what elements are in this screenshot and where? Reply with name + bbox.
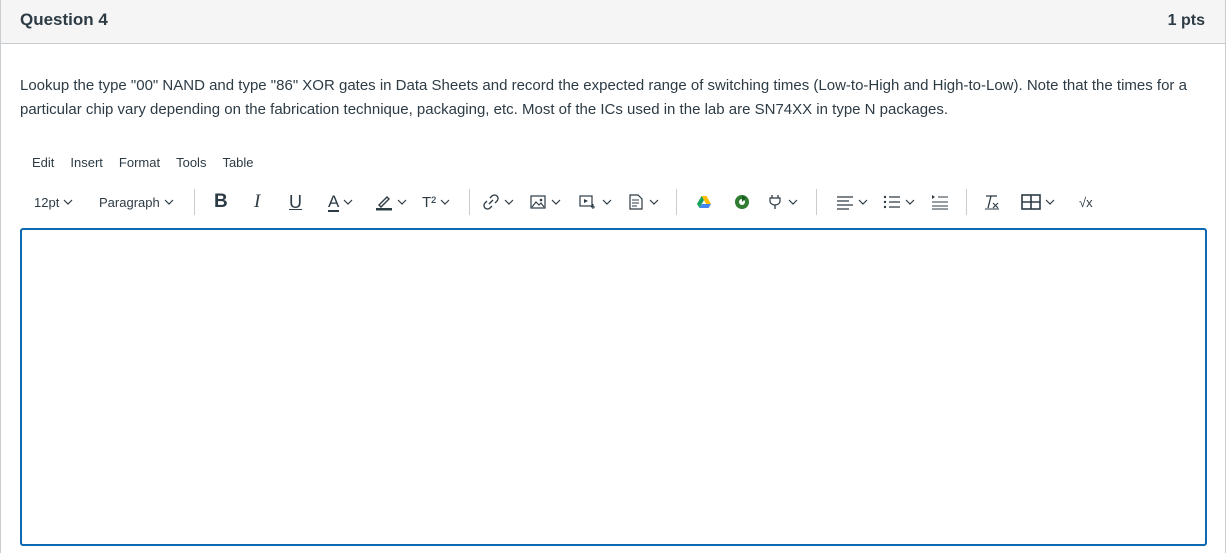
toolbar-separator xyxy=(194,189,195,215)
text-color-button[interactable]: A xyxy=(328,187,353,217)
italic-button[interactable]: I xyxy=(254,187,260,217)
math-equation-button[interactable]: √x xyxy=(1079,187,1093,217)
media-icon xyxy=(579,195,595,209)
google-drive-icon xyxy=(697,196,711,208)
question-title: Question 4 xyxy=(20,10,108,29)
menu-format[interactable]: Format xyxy=(119,155,160,173)
plug-icon xyxy=(769,195,781,209)
block-format-label: Paragraph xyxy=(99,194,160,210)
chevron-down-icon xyxy=(504,199,514,205)
underline-button[interactable]: U xyxy=(289,187,302,217)
rich-text-editor[interactable] xyxy=(20,228,1207,546)
table-button[interactable] xyxy=(1021,187,1055,217)
document-icon xyxy=(629,194,643,210)
document-button[interactable] xyxy=(627,187,659,217)
table-icon xyxy=(1021,194,1041,210)
toolbar-separator xyxy=(676,189,677,215)
media-button[interactable] xyxy=(578,187,612,217)
google-drive-button[interactable] xyxy=(696,187,712,217)
office-365-icon xyxy=(735,195,749,209)
chevron-down-icon xyxy=(440,199,450,205)
indent-button[interactable] xyxy=(931,187,949,217)
superscript-button[interactable]: T² xyxy=(422,187,450,217)
align-button[interactable] xyxy=(836,187,868,217)
chevron-down-icon xyxy=(905,199,915,205)
toolbar-separator xyxy=(966,189,967,215)
clear-formatting-icon xyxy=(985,195,999,210)
bullet-list-icon xyxy=(883,195,900,209)
text-color-icon: A xyxy=(328,191,340,212)
question-text: Lookup the type "00" NAND and type "86" … xyxy=(20,77,1187,118)
chevron-down-icon xyxy=(1045,199,1055,205)
toolbar-separator xyxy=(816,189,817,215)
align-left-icon xyxy=(837,196,853,210)
chevron-down-icon xyxy=(602,199,612,205)
question-header: Question 4 1 pts xyxy=(1,0,1225,44)
highlight-color-button[interactable] xyxy=(375,187,407,217)
editor-menubar: Edit Insert Format Tools Table xyxy=(32,155,270,173)
list-button[interactable] xyxy=(883,187,915,217)
editor-toolbar: 12pt Paragraph B I U A T² √x xyxy=(21,187,1207,217)
link-button[interactable] xyxy=(482,187,514,217)
block-format-dropdown[interactable]: Paragraph xyxy=(99,187,174,217)
indent-icon xyxy=(932,195,948,210)
italic-icon: I xyxy=(254,191,261,212)
question-points: 1 pts xyxy=(1167,12,1205,29)
bold-button[interactable]: B xyxy=(214,187,228,217)
chevron-down-icon xyxy=(551,199,561,205)
question-card: Question 4 1 pts Lookup the type "00" NA… xyxy=(0,0,1226,553)
menu-tools[interactable]: Tools xyxy=(176,155,206,173)
chevron-down-icon xyxy=(164,199,174,205)
chevron-down-icon xyxy=(649,199,659,205)
bold-icon: B xyxy=(214,191,228,212)
menu-edit[interactable]: Edit xyxy=(32,155,54,173)
font-size-dropdown[interactable]: 12pt xyxy=(34,187,73,217)
font-size-label: 12pt xyxy=(34,194,60,210)
menu-insert[interactable]: Insert xyxy=(70,155,103,173)
toolbar-separator xyxy=(469,189,470,215)
superscript-icon: T² xyxy=(422,193,437,211)
math-icon: √x xyxy=(1079,194,1093,210)
apps-button[interactable] xyxy=(766,187,798,217)
link-icon xyxy=(483,194,499,210)
image-icon xyxy=(530,195,546,209)
menu-table[interactable]: Table xyxy=(222,155,253,173)
underline-icon: U xyxy=(289,191,302,212)
clear-formatting-button[interactable] xyxy=(983,187,1001,217)
chevron-down-icon xyxy=(343,199,353,205)
image-button[interactable] xyxy=(529,187,561,217)
chevron-down-icon xyxy=(858,199,868,205)
chevron-down-icon xyxy=(788,199,798,205)
highlighter-icon xyxy=(376,196,392,211)
office-365-button[interactable] xyxy=(733,187,751,217)
chevron-down-icon xyxy=(397,199,407,205)
chevron-down-icon xyxy=(63,199,73,205)
